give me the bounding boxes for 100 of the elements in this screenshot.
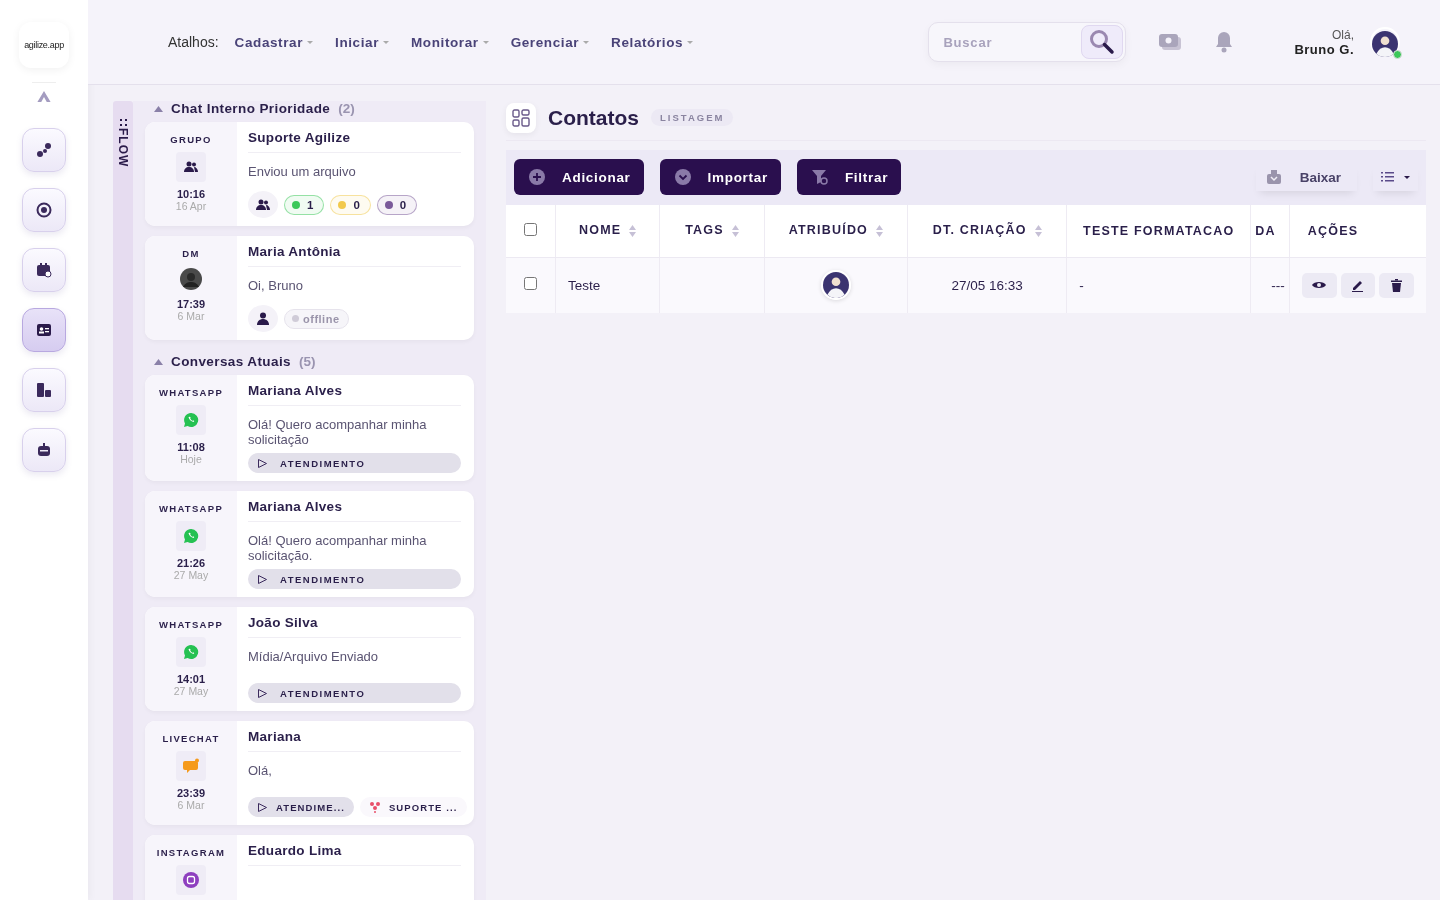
conversation-card[interactable]: WHATSAPP 11:08 Hoje Mariana Alves Olá! Quero acompanhar minha solicitação ATENDIMENTO [145, 375, 474, 481]
caret-icon [383, 40, 389, 44]
group-count: (2) [338, 101, 355, 116]
message-time: 14:01 [176, 673, 206, 685]
team-icon [368, 801, 381, 813]
table-cell: - [1066, 257, 1251, 313]
sort-icon [629, 224, 637, 239]
list-icon [1381, 171, 1394, 183]
calendar-icon [36, 262, 52, 278]
message-date: 27 May [173, 569, 209, 581]
conversation-card[interactable]: INSTAGRAM Eduardo Lima [145, 835, 474, 900]
column-header[interactable]: TAGS [659, 205, 765, 257]
download-button[interactable]: Baixar [1255, 163, 1357, 191]
pencil-icon [1351, 278, 1365, 292]
delete-button[interactable] [1379, 272, 1414, 298]
select-all-checkbox[interactable] [524, 222, 538, 236]
message-date: 6 Mar [177, 799, 205, 811]
search-icon [1089, 29, 1116, 55]
gauge-icon [36, 202, 52, 218]
caret-icon [482, 40, 489, 44]
people-icon [256, 198, 270, 211]
menu-dropdown[interactable]: Relatórios [611, 34, 694, 50]
conversation-card[interactable]: GRUPO 10:16 16 Apr Suporte Agilize Enviou um arquivo 1 0 0 [145, 122, 474, 226]
menu-dropdown[interactable]: Gerenciar [510, 34, 590, 50]
nav-button[interactable] [22, 128, 66, 172]
message-preview: Olá! Quero acompanhar minha solicitação [248, 417, 428, 447]
message-time: 17:39 [176, 298, 206, 310]
sort-icon [876, 224, 884, 239]
contact-name: Mariana Alves [248, 383, 461, 406]
nav-button[interactable] [22, 428, 66, 472]
channel-label: WHATSAPP [158, 619, 224, 630]
row-checkbox[interactable] [524, 277, 538, 291]
menu-dropdown[interactable]: Iniciar [335, 34, 389, 50]
edit-button[interactable] [1340, 272, 1376, 298]
column-header: AÇÕES [1289, 205, 1426, 257]
import-button[interactable]: Importar [659, 159, 781, 195]
download-box-icon [1265, 169, 1282, 185]
user-avatar[interactable] [1370, 27, 1400, 57]
greeting-text: Olá, [1332, 27, 1354, 42]
column-header[interactable]: NOME [555, 205, 660, 257]
message-preview: Olá! Quero acompanhar minha solicitação. [248, 533, 428, 563]
table-cell: --- [1250, 257, 1290, 313]
search-button[interactable] [1081, 25, 1124, 59]
group-title: Chat Interno Prioridade [171, 101, 331, 116]
nav-button[interactable] [22, 368, 66, 412]
person-icon [257, 312, 269, 325]
status-tag[interactable]: ATENDIMENTO [248, 683, 461, 703]
caret-icon [307, 40, 314, 44]
view-button[interactable] [1301, 272, 1337, 298]
channel-label: LIVECHAT [162, 733, 220, 744]
share-icon [36, 142, 52, 158]
grid-icon [506, 102, 536, 133]
chat-bubble-icon [183, 758, 199, 774]
contact-name: João Silva [248, 615, 461, 638]
message-preview: Oi, Bruno [248, 278, 304, 293]
filter-icon [810, 168, 829, 186]
menu-dropdown[interactable]: Monitorar [411, 34, 489, 50]
play-icon [257, 801, 268, 813]
logo[interactable]: agilize.app [19, 22, 69, 68]
conversation-card[interactable]: WHATSAPP 21:26 27 May Mariana Alves Olá! Quero acompanhar minha solicitação. ATENDIMENTO [145, 491, 474, 597]
grip-icon [119, 119, 127, 126]
nav-button[interactable] [22, 308, 66, 352]
nav-button[interactable] [22, 248, 66, 292]
filter-button[interactable]: Filtrar [796, 159, 902, 195]
conversation-card[interactable]: WHATSAPP 14:01 27 May João Silva Mídia/Arquivo Enviado ATENDIMENTO [145, 607, 474, 711]
status-tag[interactable]: ATENDIMENTO [248, 453, 461, 473]
nav-button[interactable] [22, 188, 66, 232]
conversation-card[interactable]: DM 17:39 6 Mar Maria Antônia Oi, Bruno offline [145, 236, 474, 340]
counter-pill: 0 [376, 194, 418, 215]
play-icon [257, 573, 268, 585]
eye-icon [1312, 280, 1327, 291]
trash-icon [1391, 278, 1403, 292]
add-button[interactable]: Adicionar [514, 159, 644, 195]
status-tag[interactable]: ATENDIME... [248, 797, 354, 817]
counter-pill: 1 [284, 194, 325, 215]
channel-label: GRUPO [170, 134, 212, 145]
channel-label: INSTAGRAM [156, 847, 226, 858]
contact-name: Mariana Alves [248, 499, 461, 522]
instagram-icon [183, 872, 199, 888]
flow-tab[interactable]: FLOW [113, 101, 133, 900]
sort-icon [1034, 224, 1042, 239]
menu-dropdown[interactable]: Cadastrar [234, 34, 314, 50]
conversation-card[interactable]: LIVECHAT 23:39 6 Mar Mariana Olá, ATENDIME... SUPORTE ... [145, 721, 474, 825]
column-header[interactable]: ATRIBUÍDO [764, 205, 908, 257]
message-date: Hoje [180, 453, 202, 465]
contact-name: Eduardo Lima [248, 843, 461, 866]
collapse-caret-icon[interactable] [154, 105, 163, 112]
caret-icon [583, 40, 590, 44]
column-header[interactable]: DT. CRIAÇÃO [907, 205, 1067, 257]
collapse-caret-icon[interactable] [154, 358, 163, 365]
user-name: Bruno G. [1294, 41, 1354, 57]
whatsapp-icon [183, 528, 199, 544]
message-preview: Enviou um arquivo [248, 164, 357, 179]
counter-pill: 0 [330, 194, 371, 215]
table-cell: Teste [555, 257, 660, 313]
chevron-down-icon [673, 168, 692, 186]
avatar-icon [180, 268, 202, 290]
message-time: 21:26 [176, 557, 206, 569]
status-tag[interactable]: ATENDIMENTO [248, 569, 461, 589]
team-tag[interactable]: SUPORTE ... [359, 797, 467, 817]
